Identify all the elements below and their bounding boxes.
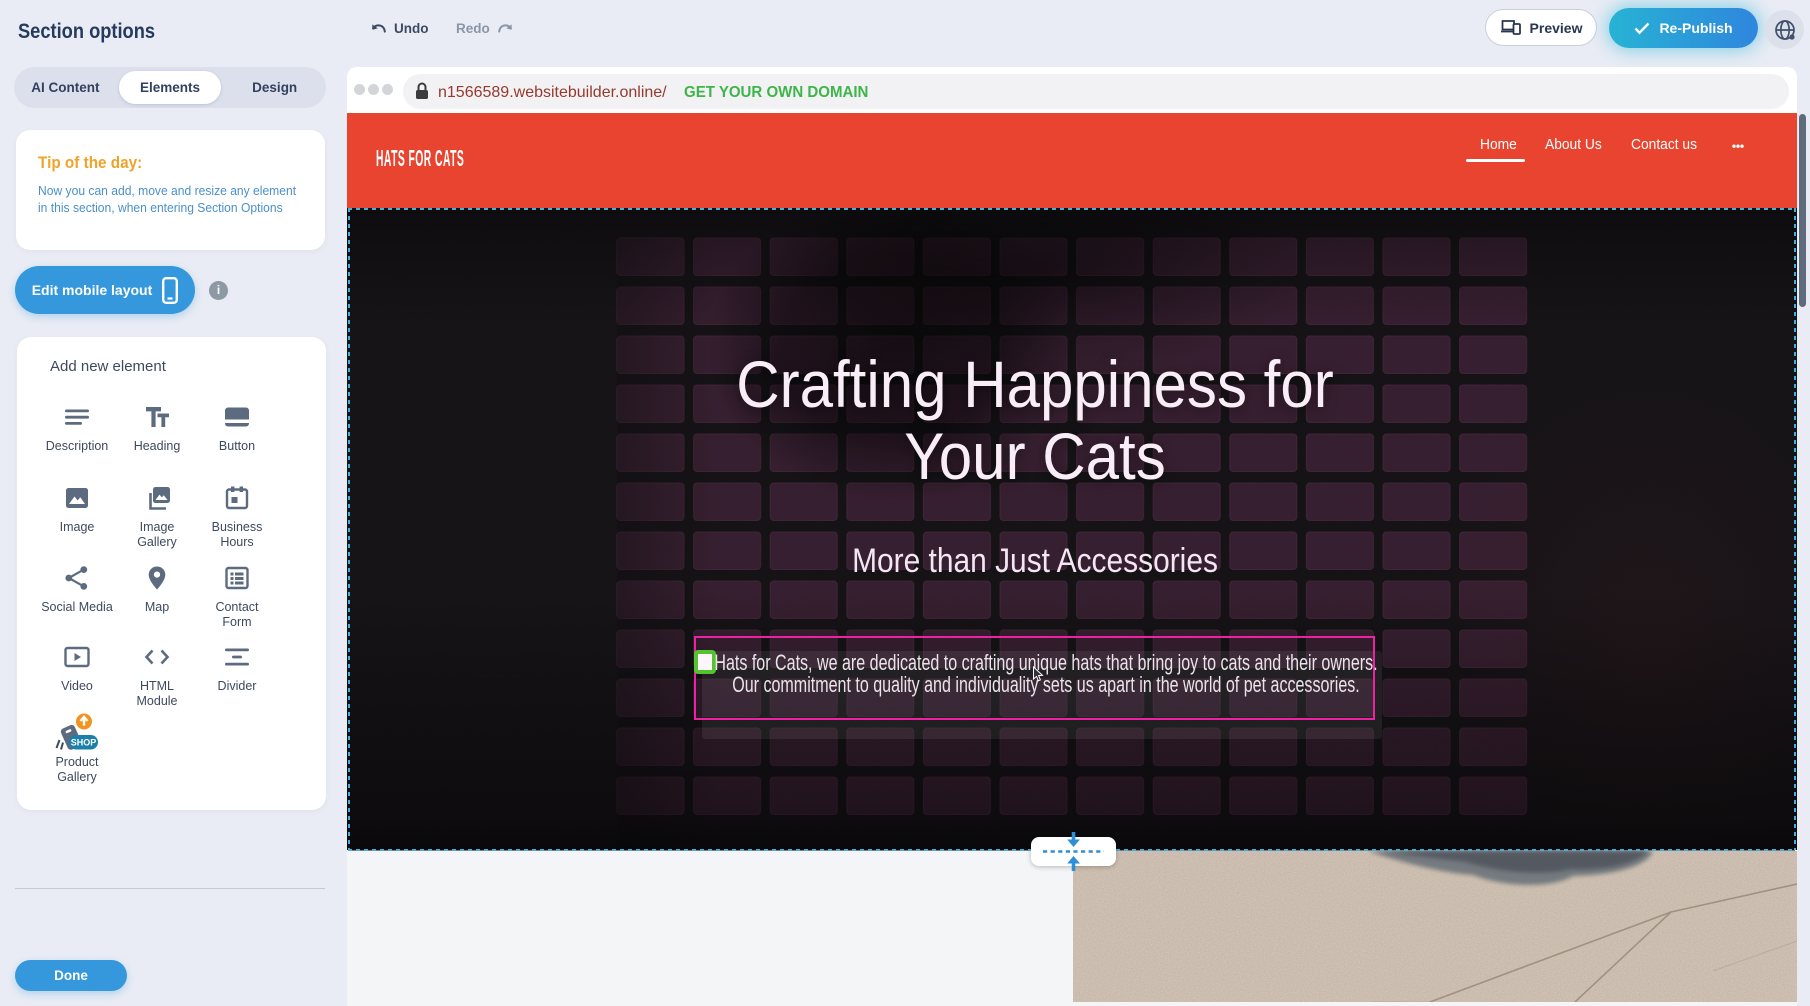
- svg-text:SHOP: SHOP: [71, 738, 97, 748]
